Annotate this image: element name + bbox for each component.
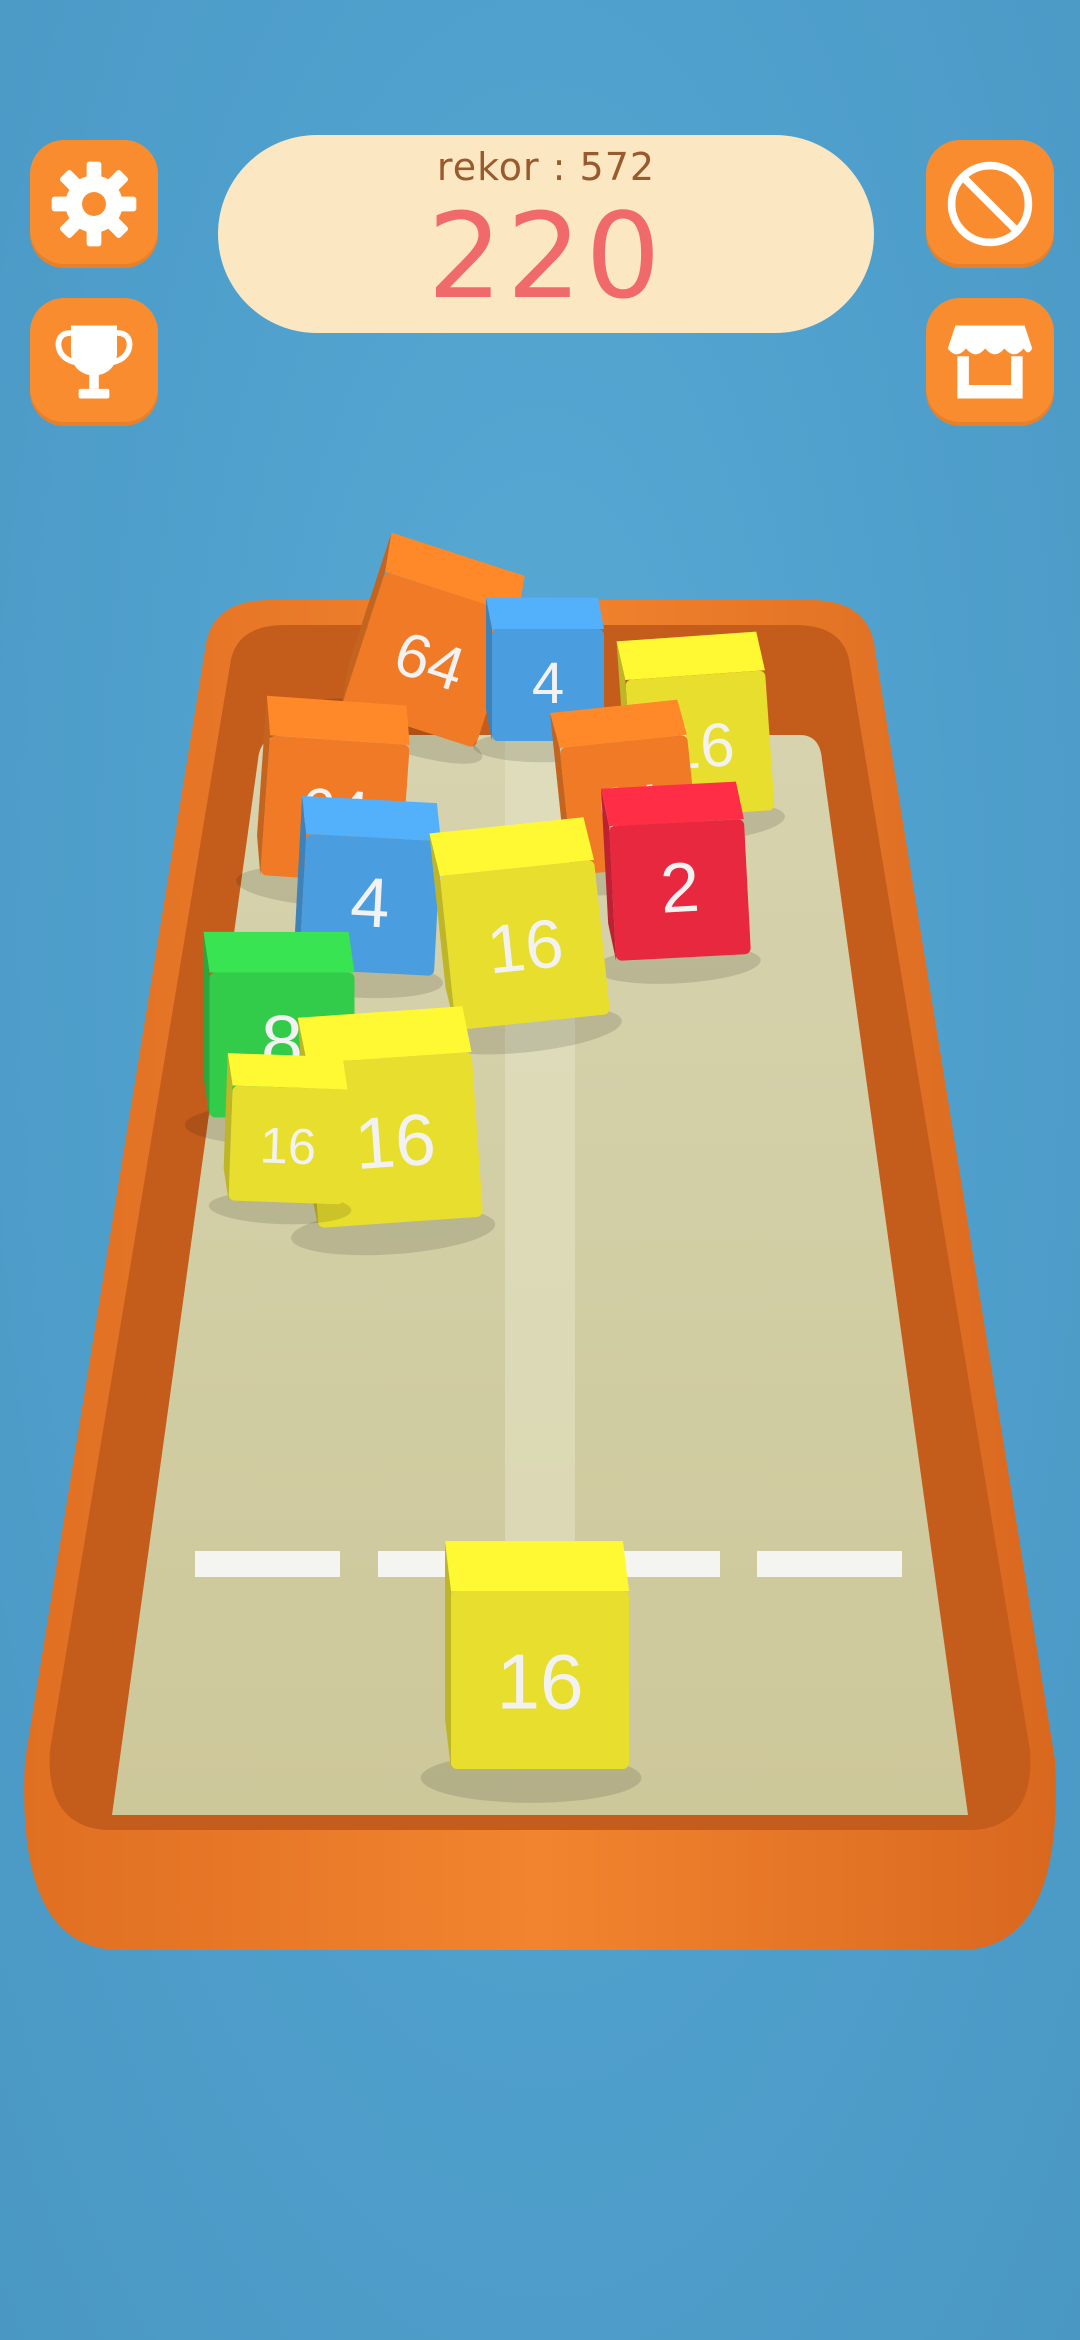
player-cube-slot[interactable]: 16 <box>420 1541 642 1803</box>
cube-value: 16 <box>352 1099 438 1185</box>
cube-value: 4 <box>349 862 392 943</box>
cube: 16 <box>208 1053 352 1225</box>
cube-value: 16 <box>483 905 566 989</box>
cube-value: 16 <box>496 1637 583 1725</box>
cube-value: 4 <box>532 651 564 716</box>
cube: 2 <box>593 781 761 984</box>
cube-value: 16 <box>259 1116 317 1175</box>
cube-value: 2 <box>658 847 701 928</box>
player-cube[interactable]: 16 <box>420 1541 642 1803</box>
game-board[interactable]: 644166464241681616 16 <box>0 0 1080 2340</box>
